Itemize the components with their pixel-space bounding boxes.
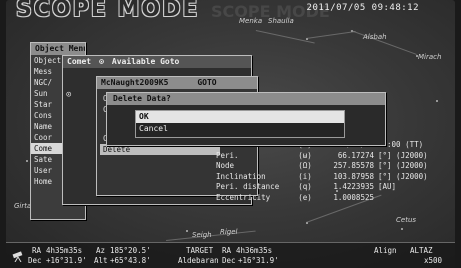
speed-value: x500: [424, 256, 443, 265]
detail-row: Inclination (i) 103.87958 [°] (J2000): [216, 172, 441, 183]
sky-label: Cetus: [396, 216, 417, 224]
dialog-options: OK Cancel: [135, 110, 345, 138]
dialog-title: Delete Data?: [107, 93, 385, 105]
scope-screen: Menka Shaulla Alsbah Mirach Girtab Cetus…: [6, 0, 455, 268]
detail-label: Eccentricity: [216, 192, 271, 202]
align-value: ALTAZ: [410, 246, 433, 255]
comet-tab[interactable]: Comet: [67, 56, 91, 68]
detail-row: Node (Ω) 257.85578 [°] (J2000): [216, 161, 441, 172]
az-label: Az: [96, 246, 106, 255]
detail-unit: [378, 193, 438, 204]
object-menu-title: Object Menu: [31, 43, 85, 55]
detail-symbol: (ω): [298, 150, 312, 160]
detail-value: 1.4223935: [333, 182, 374, 191]
detail-unit: [°] (J2000): [378, 150, 428, 160]
sky-label: Alsbah: [363, 33, 387, 41]
dec-value: +16°31.9': [46, 256, 87, 265]
detail-label: Inclination: [216, 171, 266, 181]
target-name: Aldebaran: [178, 256, 219, 265]
available-goto-titlebar: Comet ⊙ Available Goto: [63, 56, 251, 68]
sky-label: Mirach: [418, 53, 442, 61]
detail-symbol: (Ω): [298, 161, 312, 170]
status-bar: RA 4h35m35s Az 185°20.5' Dec +16°31.9' A…: [6, 242, 455, 268]
detail-value: 66.17274: [337, 150, 374, 160]
sky-label: Seigh: [192, 231, 212, 239]
detail-symbol: (e): [298, 192, 312, 202]
target-dec-value: +16°31.9': [238, 256, 279, 265]
mode-title: SCOPE MODE: [16, 0, 200, 22]
ra-value: 4h35m35s: [46, 246, 83, 255]
align-label: Align: [374, 246, 397, 255]
detail-value: 103.87958: [333, 171, 374, 181]
sky-label: Rigel: [220, 228, 238, 236]
detail-label: Node: [216, 161, 235, 170]
date-time: 2011/07/05 09:48:12: [306, 3, 419, 13]
scope-icon: ⊙: [99, 57, 104, 66]
detail-value: 257.85578: [333, 161, 374, 170]
target-ra-value: 4h36m35s: [236, 246, 273, 255]
detail-row: Peri. (ω) 66.17274 [°] (J2000): [216, 151, 441, 162]
detail-row: Eccentricity (e) 1.0008525: [216, 193, 441, 204]
telescope-status-icon: [12, 251, 23, 262]
detail-symbol: (i): [298, 171, 312, 181]
alt-label: Alt: [94, 256, 108, 265]
detail-row: Peri. distance (q) 1.4223935 [AU]: [216, 182, 441, 193]
detail-symbol: (q): [298, 182, 312, 191]
top-bar: SCOPE MODE SCOPE MODE 2011/07/05 09:48:1…: [6, 0, 455, 26]
available-goto-title: Available Goto: [111, 57, 180, 66]
az-value: 185°20.5': [110, 246, 151, 255]
goto-label: GOTO: [197, 78, 217, 87]
comet-name: McNaught2009K5: [101, 78, 169, 87]
dec-label: Dec: [28, 256, 42, 265]
target-dec-label: Dec: [222, 256, 236, 265]
detail-value: 1.0008525: [333, 192, 374, 202]
delete-data-dialog: Delete Data? OK Cancel: [106, 92, 386, 146]
detail-unit: [AU]: [378, 182, 397, 191]
detail-unit: 00:00 (TT): [378, 140, 424, 149]
target-label: TARGET: [186, 246, 214, 255]
ok-option[interactable]: OK: [136, 111, 344, 123]
detail-unit: [°] (J2000): [378, 161, 428, 170]
detail-label: Peri. distance: [216, 182, 280, 191]
ra-label: RA: [32, 246, 42, 255]
comet-details-panel: Date of P.P.(T)2010/04/3000:00 (TT)Peri.…: [216, 140, 441, 212]
telescope-icon: ⊙: [66, 90, 72, 100]
alt-value: +65°43.8': [110, 256, 151, 265]
detail-label: Peri.: [216, 150, 239, 160]
target-ra-label: RA: [222, 246, 232, 255]
comet-submenu-titlebar: McNaught2009K5 GOTO: [97, 77, 257, 89]
detail-unit: [°] (J2000): [378, 171, 428, 181]
cancel-option[interactable]: Cancel: [136, 123, 344, 135]
